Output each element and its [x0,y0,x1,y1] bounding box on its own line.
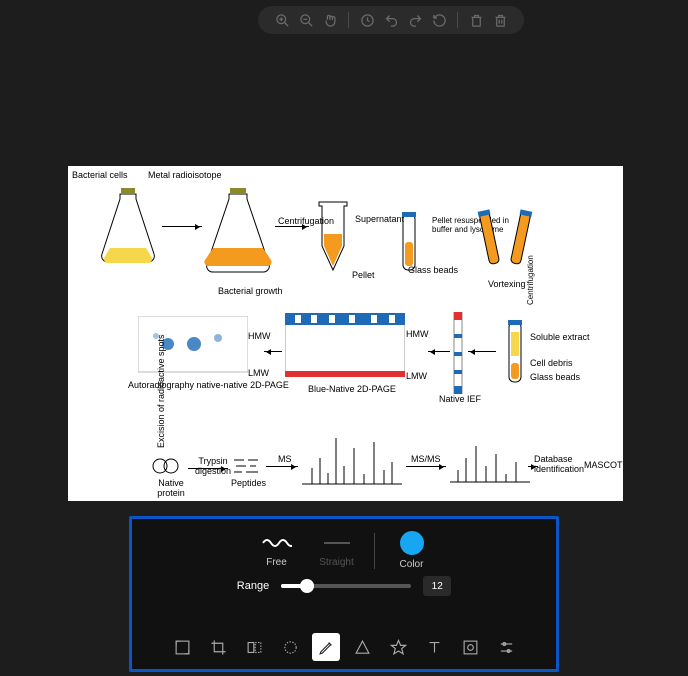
pen-straight-label: Straight [319,557,353,568]
diagram: Bacterial cells Metal radioisotope Bacte… [68,166,623,501]
pen-color-label: Color [400,559,424,570]
label-glass-beads: Glass beads [408,265,458,275]
label-lmw1: LMW [406,371,427,381]
canvas-image[interactable]: Bacterial cells Metal radioisotope Bacte… [68,166,623,501]
wave-icon [261,533,293,553]
text-tool[interactable] [420,633,448,661]
arrow-icon [428,351,450,352]
undo-icon[interactable] [379,8,403,32]
label-excision: Excision of radioactive spots [156,334,166,448]
pen-free-label: Free [266,557,287,568]
pan-icon[interactable] [318,8,342,32]
label-bacterial-growth: Bacterial growth [218,286,283,296]
flask-icon [203,186,273,286]
arrow-icon [406,466,446,467]
range-label: Range [237,580,269,592]
pen-mode-free[interactable]: Free [250,533,304,568]
range-value: 12 [423,576,451,596]
label-pellet: Pellet [352,270,375,280]
separator [457,12,458,28]
spectrum-icon [450,436,530,486]
label-hmw2: HMW [248,331,271,341]
label-centrifugation2: Centrifugation [526,255,535,305]
separator [374,533,375,569]
pen-color-picker[interactable]: Color [385,531,439,570]
spectrum-icon [302,428,402,488]
resize-tool[interactable] [168,633,196,661]
range-slider[interactable] [281,584,411,588]
range-row: Range 12 [237,576,451,596]
line-icon [321,533,353,553]
label-bacterial-cells: Bacterial cells [72,170,128,180]
crop-tool[interactable] [204,633,232,661]
gel-icon [285,313,405,383]
trash-icon[interactable] [464,8,488,32]
peptides-icon [232,456,262,476]
trash-all-icon[interactable] [488,8,512,32]
history-icon[interactable] [355,8,379,32]
label-native-ief: Native IEF [439,394,481,404]
label-autoradiography: Autoradiography native-native 2D-PAGE [128,380,289,390]
label-ms: MS [278,454,292,464]
arrow-icon [528,466,538,467]
label-metal-radioisotope: Metal radioisotope [148,170,222,180]
pen-mode-row: Free Straight Color [250,531,439,570]
redo-icon[interactable] [403,8,427,32]
protein-icon [150,454,180,478]
label-peptides: Peptides [231,478,266,488]
zoom-out-icon[interactable] [294,8,318,32]
label-blue-native: Blue-Native 2D-PAGE [308,384,396,394]
label-hmw1: HMW [406,329,429,339]
top-toolbar [258,6,524,34]
tube-icon [313,198,353,278]
zoom-in-icon[interactable] [270,8,294,32]
label-glass-beads2: Glass beads [530,372,580,382]
label-native-protein: Native protein [154,478,188,498]
color-swatch[interactable] [400,531,424,555]
label-mascot: MASCOT [584,460,623,470]
arrow-icon [275,226,309,227]
tube-icon [501,318,529,388]
label-cell-debris: Cell debris [530,358,573,368]
shape-tool[interactable] [348,633,376,661]
flip-tool[interactable] [240,633,268,661]
draw-tool[interactable] [312,633,340,661]
reset-icon[interactable] [427,8,451,32]
rotate-tool[interactable] [276,633,304,661]
arrow-icon [266,466,298,467]
label-lmw2: LMW [248,368,269,378]
label-vortexing: Vortexing [488,279,526,289]
arrow-icon [264,351,282,352]
edit-panel: Free Straight Color Range 12 [129,516,559,672]
slider-thumb[interactable] [300,579,314,593]
flask-icon [98,186,158,276]
arrow-icon [188,468,228,469]
gel-icon [138,316,248,376]
separator [348,12,349,28]
ief-strip-icon [451,312,465,394]
arrow-icon [468,351,496,352]
tool-row [168,623,520,661]
pen-mode-straight[interactable]: Straight [310,533,364,568]
mask-tool[interactable] [456,633,484,661]
label-soluble-extract: Soluble extract [530,332,590,342]
filter-tool[interactable] [492,633,520,661]
arrow-icon [162,226,202,227]
icon-tool[interactable] [384,633,412,661]
label-msms: MS/MS [411,454,441,464]
label-database-id: Database identification [534,454,590,474]
